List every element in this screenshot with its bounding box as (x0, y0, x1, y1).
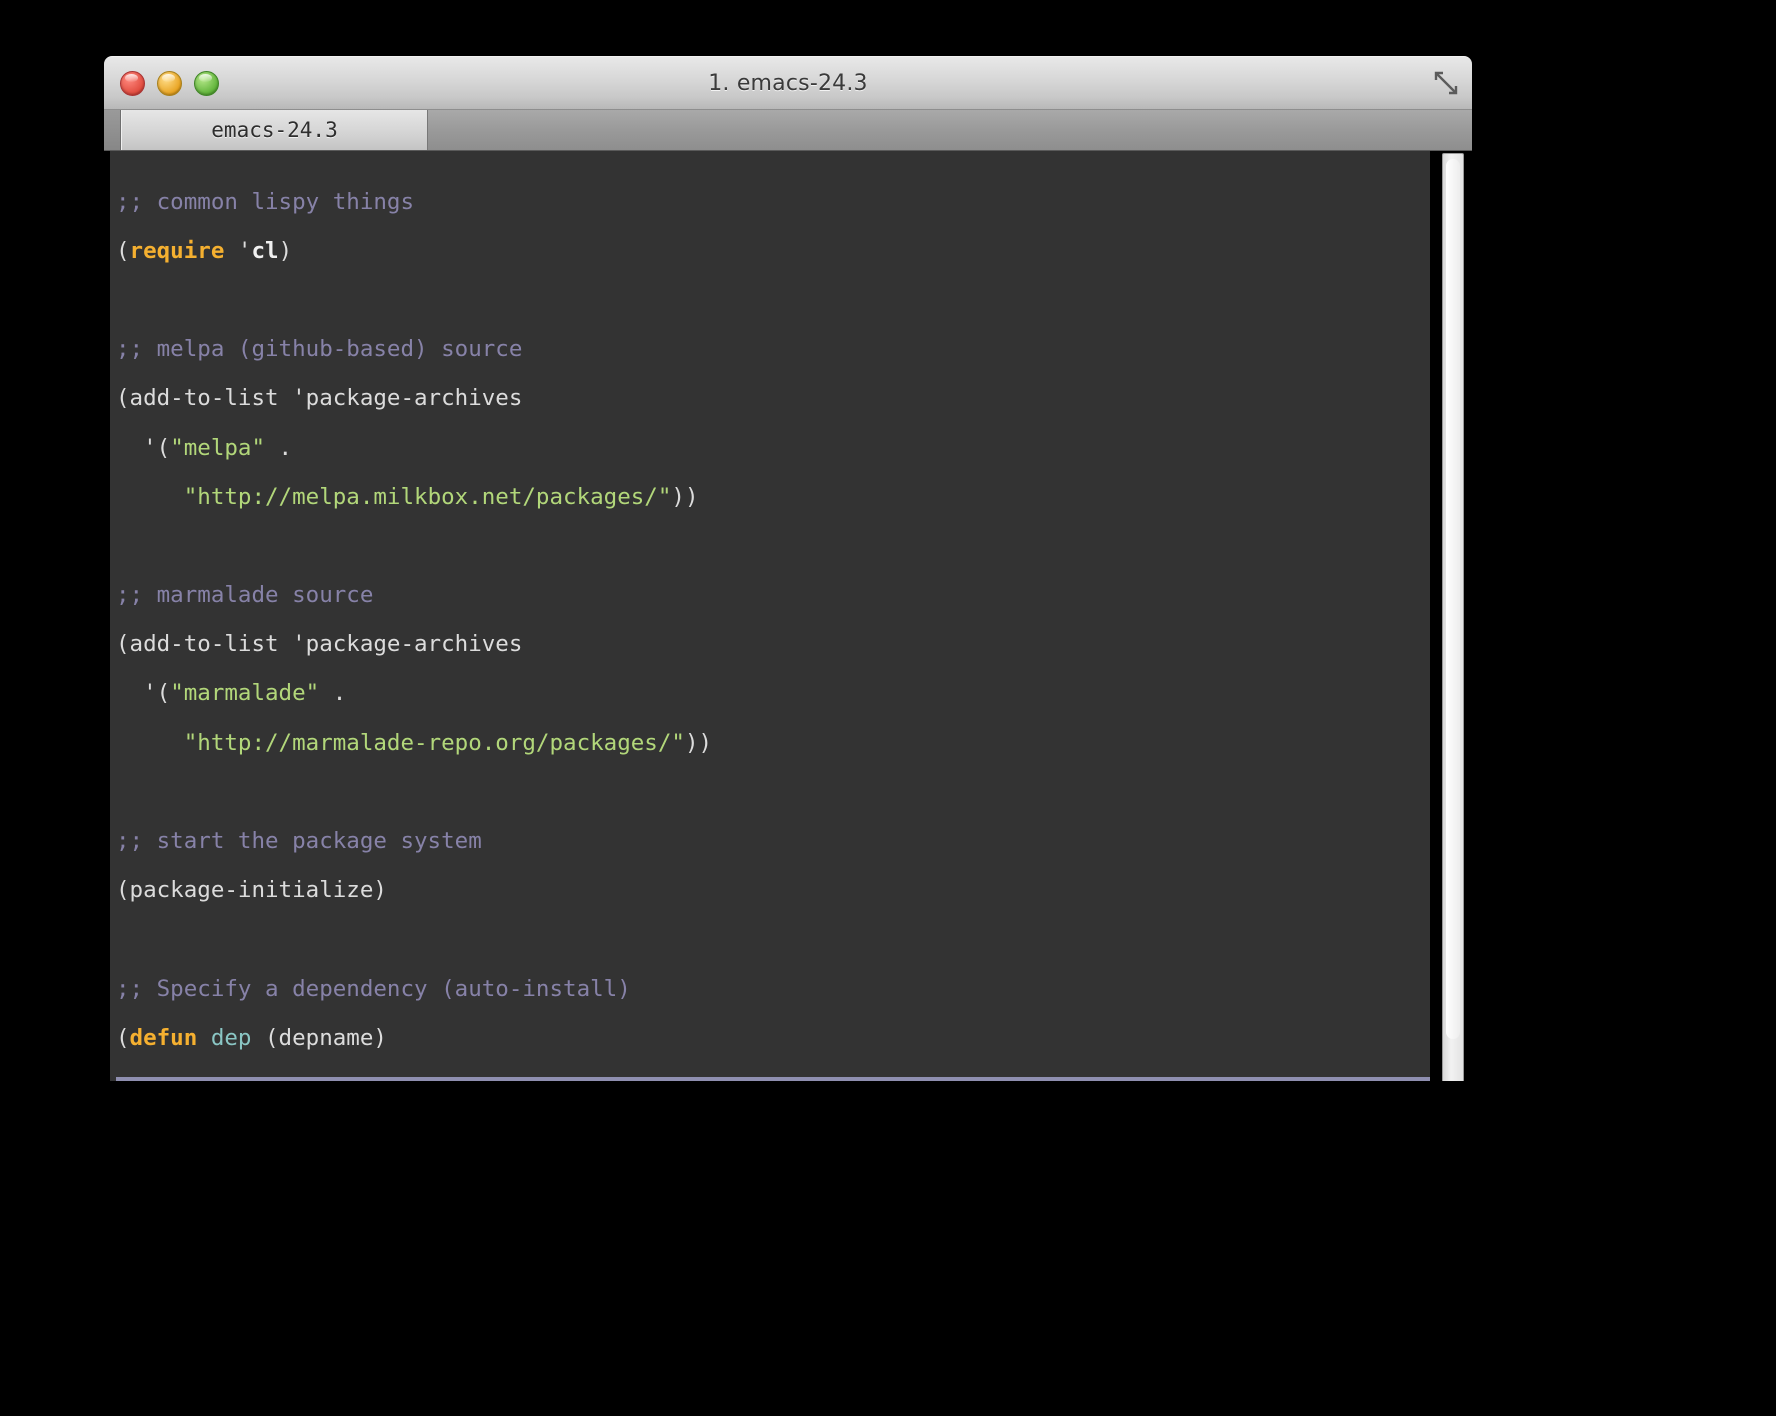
resize-grip-icon[interactable] (1434, 71, 1458, 95)
code-line: ;; common lispy things (116, 188, 415, 215)
code-line: (package-initialize) (116, 877, 387, 904)
code-line: "http://melpa.milkbox.net/packages/")) (183, 483, 699, 510)
scrollbar-thumb[interactable] (1446, 159, 1460, 1039)
scrollbar-column (1430, 151, 1472, 1109)
code-line: ;; melpa (github-based) source (116, 336, 523, 363)
code-line: (defun dep (depname) (116, 1024, 387, 1051)
vertical-scrollbar[interactable] (1442, 153, 1464, 1093)
tab-label: emacs-24.3 (211, 118, 338, 142)
code-line: (add-to-list 'package-archives (116, 631, 523, 658)
code-line: '("marmalade" . (116, 680, 347, 707)
terminal-window: 1. emacs-24.3 emacs-24.3 ;; common lispy… (104, 56, 1472, 1109)
code-line: '("melpa" . (116, 434, 293, 461)
code-line: "http://marmalade-repo.org/packages/")) (183, 729, 713, 756)
window-titlebar[interactable]: 1. emacs-24.3 (104, 56, 1472, 110)
tab-emacs-24-3[interactable]: emacs-24.3 (121, 110, 428, 150)
emacs-buffer[interactable]: ;; common lispy things (require 'cl) ;; … (110, 151, 1430, 1109)
code-line: ;; marmalade source (116, 582, 374, 609)
frame-bottom-band (104, 1081, 1472, 1109)
desktop-backdrop: 1. emacs-24.3 emacs-24.3 ;; common lispy… (0, 0, 1776, 1416)
code-line: ;; start the package system (116, 828, 482, 855)
code-line: ;; Specify a dependency (auto-install) (116, 975, 631, 1002)
tab-bar: emacs-24.3 (104, 110, 1472, 151)
buffer-text[interactable]: ;; common lispy things (require 'cl) ;; … (110, 165, 1430, 1109)
code-line: (require 'cl) (116, 237, 293, 264)
window-title: 1. emacs-24.3 (708, 71, 868, 96)
emacs-frame: ;; common lispy things (require 'cl) ;; … (104, 151, 1472, 1109)
code-line: (add-to-list 'package-archives (116, 385, 523, 412)
